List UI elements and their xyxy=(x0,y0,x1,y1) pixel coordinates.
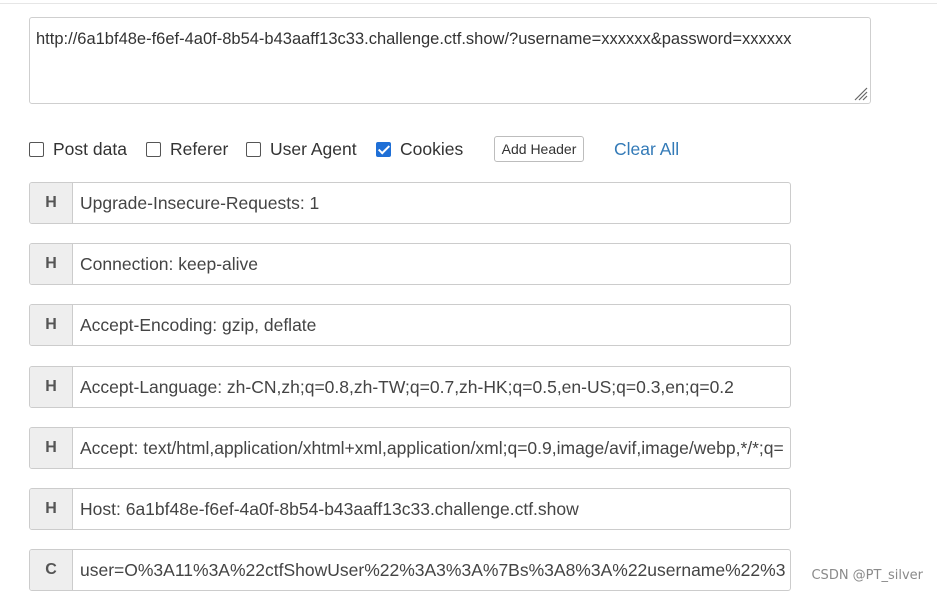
header-tag: H xyxy=(30,183,73,223)
header-row[interactable]: H Accept-Language: zh-CN,zh;q=0.8,zh-TW;… xyxy=(29,366,791,408)
cookie-row[interactable]: C user=O%3A11%3A%22ctfShowUser%22%3A3%3A… xyxy=(29,549,791,591)
user-agent-label: User Agent xyxy=(270,138,357,159)
header-value-input[interactable]: Upgrade-Insecure-Requests: 1 xyxy=(73,183,790,223)
header-tag: H xyxy=(30,428,73,468)
header-value-input[interactable]: Accept: text/html,application/xhtml+xml,… xyxy=(73,428,790,468)
top-divider xyxy=(0,0,937,4)
cookies-option[interactable]: Cookies xyxy=(376,134,463,164)
header-tag: H xyxy=(30,244,73,284)
referer-checkbox[interactable] xyxy=(146,141,161,157)
user-agent-option[interactable]: User Agent xyxy=(246,134,357,164)
url-text: http://6a1bf48e-f6ef-4a0f-8b54-b43aaff13… xyxy=(36,30,792,48)
header-tag: H xyxy=(30,489,73,529)
post-data-checkbox[interactable] xyxy=(29,141,44,157)
resize-grip-icon[interactable] xyxy=(852,85,868,101)
header-row[interactable]: H Accept-Encoding: gzip, deflate xyxy=(29,304,791,346)
header-value-input[interactable]: Connection: keep-alive xyxy=(73,244,790,284)
referer-label: Referer xyxy=(170,138,229,159)
watermark-text: CSDN @PT_silver xyxy=(811,568,923,583)
header-row[interactable]: H Connection: keep-alive xyxy=(29,243,791,285)
header-value-input[interactable]: Host: 6a1bf48e-f6ef-4a0f-8b54-b43aaff13c… xyxy=(73,489,790,529)
cookies-label: Cookies xyxy=(400,138,464,159)
clear-all-link[interactable]: Clear All xyxy=(614,134,679,164)
post-data-label: Post data xyxy=(53,138,127,159)
cookie-value-input[interactable]: user=O%3A11%3A%22ctfShowUser%22%3A3%3A%7… xyxy=(73,550,790,590)
url-textarea[interactable]: http://6a1bf48e-f6ef-4a0f-8b54-b43aaff13… xyxy=(29,17,871,104)
header-tag: H xyxy=(30,305,73,345)
options-row: Post data Referer User Agent Cookies Add… xyxy=(29,134,729,164)
cookies-checkbox[interactable] xyxy=(376,141,391,157)
post-data-option[interactable]: Post data xyxy=(29,134,127,164)
referer-option[interactable]: Referer xyxy=(146,134,228,164)
user-agent-checkbox[interactable] xyxy=(246,141,261,157)
cookie-tag: C xyxy=(30,550,73,590)
header-value-input[interactable]: Accept-Language: zh-CN,zh;q=0.8,zh-TW;q=… xyxy=(73,367,790,407)
header-row[interactable]: H Accept: text/html,application/xhtml+xm… xyxy=(29,427,791,469)
add-header-button[interactable]: Add Header xyxy=(494,136,584,162)
header-row[interactable]: H Host: 6a1bf48e-f6ef-4a0f-8b54-b43aaff1… xyxy=(29,488,791,530)
header-row[interactable]: H Upgrade-Insecure-Requests: 1 xyxy=(29,182,791,224)
header-tag: H xyxy=(30,367,73,407)
header-value-input[interactable]: Accept-Encoding: gzip, deflate xyxy=(73,305,790,345)
